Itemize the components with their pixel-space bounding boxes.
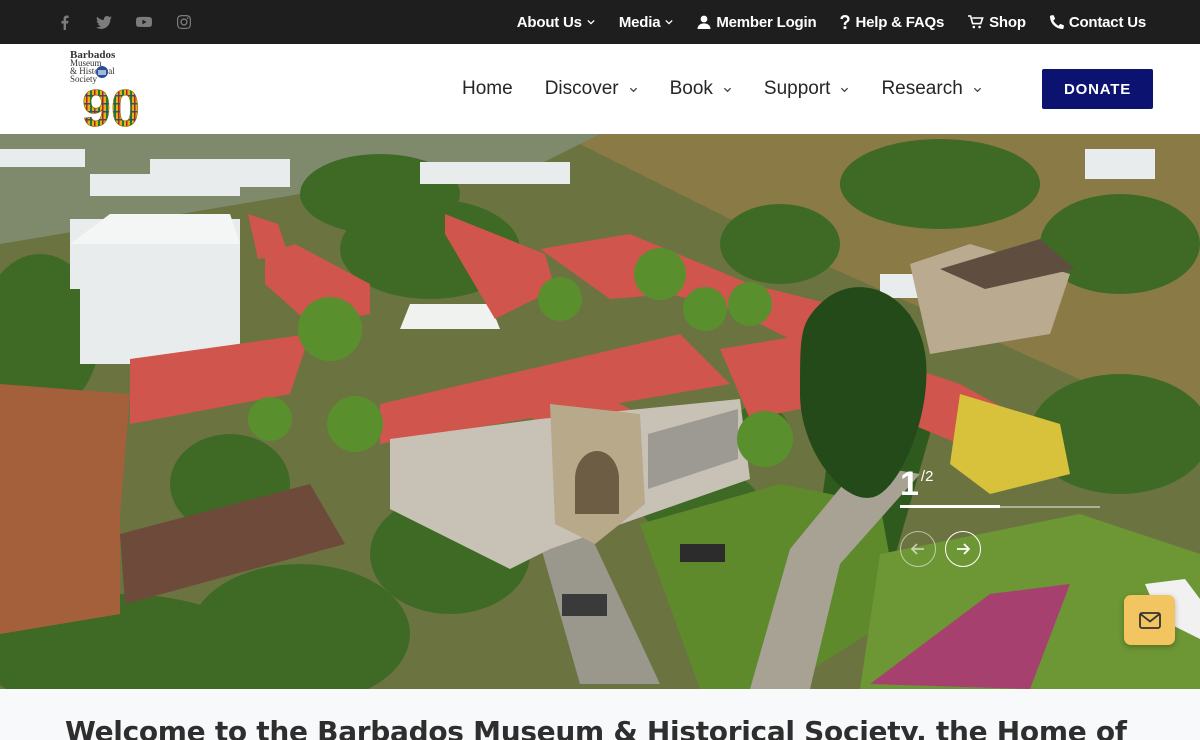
main-nav: Home Discover Book Support Research [462, 44, 1014, 134]
question-icon [840, 14, 851, 29]
user-icon [697, 15, 711, 29]
envelope-icon [1138, 611, 1161, 629]
topnav-media[interactable]: Media [619, 14, 674, 31]
nav-support-label: Support [763, 78, 831, 99]
topnav-help-label: Help & FAQs [855, 13, 945, 31]
top-bar: About Us Media Member Login Help & FAQs … [0, 0, 1200, 44]
nav-home-label: Home [462, 78, 513, 99]
slide-total: /2 [920, 468, 934, 485]
site-logo[interactable]: Barbados Museum & Historical Society 90 [66, 50, 156, 129]
slide-counter: 1/2 [900, 465, 933, 504]
topnav-member-login[interactable]: Member Login [697, 13, 817, 31]
donate-button[interactable]: DONATE [1042, 69, 1153, 109]
logo-emblem: 90 [82, 66, 140, 128]
nav-discover-label: Discover [544, 78, 619, 99]
arrow-right-icon [957, 543, 970, 555]
arrow-left-icon [911, 543, 924, 555]
topnav-login-label: Member Login [716, 13, 817, 31]
chevron-down-icon [665, 19, 673, 25]
social-links [55, 0, 193, 44]
logo-number: 90 [82, 80, 140, 128]
topnav-shop-label: Shop [989, 13, 1026, 31]
topnav-contact-label: Contact Us [1068, 13, 1146, 31]
topnav-about-us[interactable]: About Us [517, 14, 595, 31]
slider-next-button[interactable] [945, 531, 981, 567]
hero-slider: 1/2 [0, 134, 1200, 689]
slide-progress [900, 505, 1100, 508]
site-header: Barbados Museum & Historical Society 90 [0, 44, 1200, 134]
contact-mail-button[interactable] [1124, 595, 1175, 645]
slide-progress-fill [900, 505, 1000, 508]
chevron-down-icon [629, 87, 637, 92]
nav-research[interactable]: Research [881, 78, 981, 100]
nav-home[interactable]: Home [462, 78, 513, 100]
topnav-media-label: Media [618, 13, 661, 31]
facebook-icon[interactable] [55, 13, 73, 31]
instagram-icon[interactable] [175, 13, 193, 31]
nav-support[interactable]: Support [764, 78, 850, 100]
topnav-about-label: About Us [516, 13, 582, 31]
nav-book[interactable]: Book [670, 78, 732, 100]
topnav-help-faqs[interactable]: Help & FAQs [840, 14, 944, 31]
youtube-icon[interactable] [135, 13, 153, 31]
chevron-down-icon [587, 19, 595, 25]
hero-image [0, 134, 1200, 689]
topnav-contact-us[interactable]: Contact Us [1049, 13, 1146, 31]
utility-nav: About Us Media Member Login Help & FAQs … [517, 0, 1146, 44]
twitter-icon[interactable] [95, 13, 113, 31]
nav-book-label: Book [669, 78, 713, 99]
welcome-heading: Welcome to the Barbados Museum & Histori… [65, 715, 1127, 740]
chevron-down-icon [973, 87, 981, 92]
nav-research-label: Research [881, 78, 963, 99]
cart-icon [968, 15, 984, 29]
slide-current: 1 [900, 465, 919, 503]
chevron-down-icon [723, 87, 732, 92]
topnav-shop[interactable]: Shop [968, 14, 1026, 31]
slider-prev-button[interactable] [900, 531, 936, 567]
nav-discover[interactable]: Discover [545, 78, 638, 100]
phone-icon [1049, 15, 1064, 29]
chevron-down-icon [841, 87, 849, 92]
welcome-section: Welcome to the Barbados Museum & Histori… [0, 689, 1200, 740]
